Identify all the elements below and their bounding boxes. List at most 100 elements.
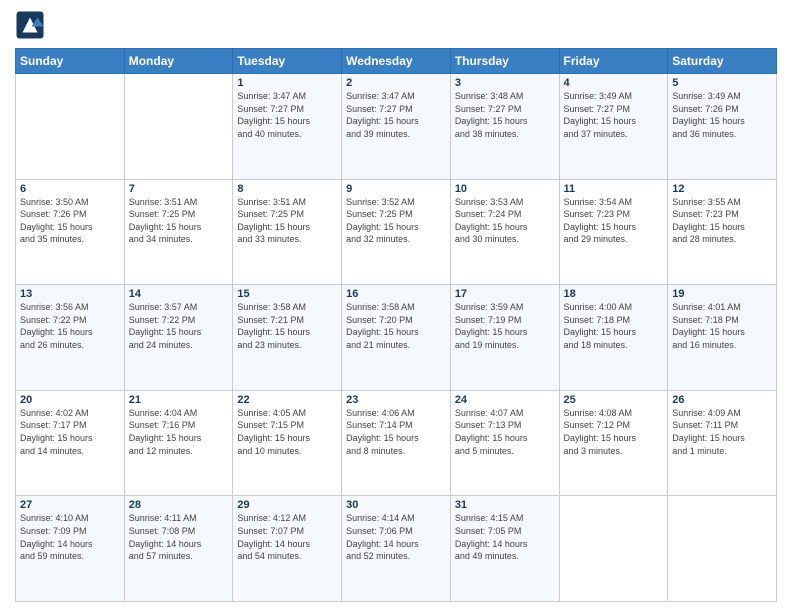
- day-info: Sunrise: 4:15 AM Sunset: 7:05 PM Dayligh…: [455, 512, 555, 562]
- week-row-4: 20Sunrise: 4:02 AM Sunset: 7:17 PM Dayli…: [16, 390, 777, 496]
- weekday-header-monday: Monday: [124, 49, 233, 74]
- calendar-cell: 25Sunrise: 4:08 AM Sunset: 7:12 PM Dayli…: [559, 390, 668, 496]
- week-row-3: 13Sunrise: 3:56 AM Sunset: 7:22 PM Dayli…: [16, 285, 777, 391]
- calendar-cell: 19Sunrise: 4:01 AM Sunset: 7:18 PM Dayli…: [668, 285, 777, 391]
- day-number: 21: [129, 394, 229, 406]
- header: [15, 10, 777, 40]
- calendar-cell: 26Sunrise: 4:09 AM Sunset: 7:11 PM Dayli…: [668, 390, 777, 496]
- day-info: Sunrise: 4:01 AM Sunset: 7:18 PM Dayligh…: [672, 301, 772, 351]
- calendar-cell: 30Sunrise: 4:14 AM Sunset: 7:06 PM Dayli…: [342, 496, 451, 602]
- calendar-cell: 12Sunrise: 3:55 AM Sunset: 7:23 PM Dayli…: [668, 179, 777, 285]
- calendar-cell: 22Sunrise: 4:05 AM Sunset: 7:15 PM Dayli…: [233, 390, 342, 496]
- weekday-header-wednesday: Wednesday: [342, 49, 451, 74]
- day-number: 2: [346, 77, 446, 89]
- calendar-cell: 28Sunrise: 4:11 AM Sunset: 7:08 PM Dayli…: [124, 496, 233, 602]
- day-number: 18: [564, 288, 664, 300]
- day-number: 15: [237, 288, 337, 300]
- calendar-cell: 5Sunrise: 3:49 AM Sunset: 7:26 PM Daylig…: [668, 74, 777, 180]
- calendar-cell: [124, 74, 233, 180]
- day-info: Sunrise: 4:05 AM Sunset: 7:15 PM Dayligh…: [237, 407, 337, 457]
- day-info: Sunrise: 3:59 AM Sunset: 7:19 PM Dayligh…: [455, 301, 555, 351]
- calendar-cell: 6Sunrise: 3:50 AM Sunset: 7:26 PM Daylig…: [16, 179, 125, 285]
- day-number: 1: [237, 77, 337, 89]
- calendar-cell: 7Sunrise: 3:51 AM Sunset: 7:25 PM Daylig…: [124, 179, 233, 285]
- day-number: 9: [346, 183, 446, 195]
- page: SundayMondayTuesdayWednesdayThursdayFrid…: [0, 0, 792, 612]
- day-number: 22: [237, 394, 337, 406]
- calendar-cell: 20Sunrise: 4:02 AM Sunset: 7:17 PM Dayli…: [16, 390, 125, 496]
- day-info: Sunrise: 4:07 AM Sunset: 7:13 PM Dayligh…: [455, 407, 555, 457]
- calendar-cell: 17Sunrise: 3:59 AM Sunset: 7:19 PM Dayli…: [450, 285, 559, 391]
- day-number: 4: [564, 77, 664, 89]
- day-number: 8: [237, 183, 337, 195]
- calendar-cell: 9Sunrise: 3:52 AM Sunset: 7:25 PM Daylig…: [342, 179, 451, 285]
- day-number: 14: [129, 288, 229, 300]
- day-info: Sunrise: 4:14 AM Sunset: 7:06 PM Dayligh…: [346, 512, 446, 562]
- day-number: 23: [346, 394, 446, 406]
- day-number: 20: [20, 394, 120, 406]
- calendar-cell: 3Sunrise: 3:48 AM Sunset: 7:27 PM Daylig…: [450, 74, 559, 180]
- day-number: 3: [455, 77, 555, 89]
- day-number: 16: [346, 288, 446, 300]
- calendar-cell: 29Sunrise: 4:12 AM Sunset: 7:07 PM Dayli…: [233, 496, 342, 602]
- weekday-header-saturday: Saturday: [668, 49, 777, 74]
- day-info: Sunrise: 3:50 AM Sunset: 7:26 PM Dayligh…: [20, 196, 120, 246]
- day-info: Sunrise: 4:09 AM Sunset: 7:11 PM Dayligh…: [672, 407, 772, 457]
- calendar-cell: 16Sunrise: 3:58 AM Sunset: 7:20 PM Dayli…: [342, 285, 451, 391]
- weekday-header-thursday: Thursday: [450, 49, 559, 74]
- day-info: Sunrise: 3:57 AM Sunset: 7:22 PM Dayligh…: [129, 301, 229, 351]
- day-info: Sunrise: 4:12 AM Sunset: 7:07 PM Dayligh…: [237, 512, 337, 562]
- day-info: Sunrise: 4:04 AM Sunset: 7:16 PM Dayligh…: [129, 407, 229, 457]
- calendar-cell: [559, 496, 668, 602]
- calendar-cell: 11Sunrise: 3:54 AM Sunset: 7:23 PM Dayli…: [559, 179, 668, 285]
- calendar-cell: 2Sunrise: 3:47 AM Sunset: 7:27 PM Daylig…: [342, 74, 451, 180]
- calendar-cell: 21Sunrise: 4:04 AM Sunset: 7:16 PM Dayli…: [124, 390, 233, 496]
- day-number: 28: [129, 499, 229, 511]
- weekday-header-tuesday: Tuesday: [233, 49, 342, 74]
- day-info: Sunrise: 3:58 AM Sunset: 7:20 PM Dayligh…: [346, 301, 446, 351]
- calendar-cell: 1Sunrise: 3:47 AM Sunset: 7:27 PM Daylig…: [233, 74, 342, 180]
- calendar-cell: 15Sunrise: 3:58 AM Sunset: 7:21 PM Dayli…: [233, 285, 342, 391]
- calendar-cell: 24Sunrise: 4:07 AM Sunset: 7:13 PM Dayli…: [450, 390, 559, 496]
- day-info: Sunrise: 3:51 AM Sunset: 7:25 PM Dayligh…: [237, 196, 337, 246]
- week-row-2: 6Sunrise: 3:50 AM Sunset: 7:26 PM Daylig…: [16, 179, 777, 285]
- calendar-cell: 14Sunrise: 3:57 AM Sunset: 7:22 PM Dayli…: [124, 285, 233, 391]
- day-info: Sunrise: 3:54 AM Sunset: 7:23 PM Dayligh…: [564, 196, 664, 246]
- calendar-cell: [16, 74, 125, 180]
- calendar-cell: [668, 496, 777, 602]
- day-info: Sunrise: 3:49 AM Sunset: 7:27 PM Dayligh…: [564, 90, 664, 140]
- calendar-cell: 18Sunrise: 4:00 AM Sunset: 7:18 PM Dayli…: [559, 285, 668, 391]
- weekday-header-friday: Friday: [559, 49, 668, 74]
- day-info: Sunrise: 3:55 AM Sunset: 7:23 PM Dayligh…: [672, 196, 772, 246]
- day-info: Sunrise: 4:02 AM Sunset: 7:17 PM Dayligh…: [20, 407, 120, 457]
- calendar-cell: 10Sunrise: 3:53 AM Sunset: 7:24 PM Dayli…: [450, 179, 559, 285]
- week-row-1: 1Sunrise: 3:47 AM Sunset: 7:27 PM Daylig…: [16, 74, 777, 180]
- logo-icon: [15, 10, 45, 40]
- calendar-cell: 31Sunrise: 4:15 AM Sunset: 7:05 PM Dayli…: [450, 496, 559, 602]
- day-number: 27: [20, 499, 120, 511]
- calendar: SundayMondayTuesdayWednesdayThursdayFrid…: [15, 48, 777, 602]
- day-info: Sunrise: 4:08 AM Sunset: 7:12 PM Dayligh…: [564, 407, 664, 457]
- calendar-cell: 13Sunrise: 3:56 AM Sunset: 7:22 PM Dayli…: [16, 285, 125, 391]
- week-row-5: 27Sunrise: 4:10 AM Sunset: 7:09 PM Dayli…: [16, 496, 777, 602]
- day-info: Sunrise: 3:47 AM Sunset: 7:27 PM Dayligh…: [237, 90, 337, 140]
- day-number: 10: [455, 183, 555, 195]
- day-number: 19: [672, 288, 772, 300]
- calendar-cell: 23Sunrise: 4:06 AM Sunset: 7:14 PM Dayli…: [342, 390, 451, 496]
- day-number: 5: [672, 77, 772, 89]
- weekday-header-sunday: Sunday: [16, 49, 125, 74]
- day-number: 7: [129, 183, 229, 195]
- day-info: Sunrise: 4:11 AM Sunset: 7:08 PM Dayligh…: [129, 512, 229, 562]
- day-info: Sunrise: 3:47 AM Sunset: 7:27 PM Dayligh…: [346, 90, 446, 140]
- logo: [15, 10, 47, 40]
- weekday-header-row: SundayMondayTuesdayWednesdayThursdayFrid…: [16, 49, 777, 74]
- day-number: 11: [564, 183, 664, 195]
- day-number: 25: [564, 394, 664, 406]
- day-number: 12: [672, 183, 772, 195]
- calendar-cell: 8Sunrise: 3:51 AM Sunset: 7:25 PM Daylig…: [233, 179, 342, 285]
- day-info: Sunrise: 4:06 AM Sunset: 7:14 PM Dayligh…: [346, 407, 446, 457]
- day-number: 6: [20, 183, 120, 195]
- day-number: 24: [455, 394, 555, 406]
- day-info: Sunrise: 3:48 AM Sunset: 7:27 PM Dayligh…: [455, 90, 555, 140]
- day-info: Sunrise: 4:00 AM Sunset: 7:18 PM Dayligh…: [564, 301, 664, 351]
